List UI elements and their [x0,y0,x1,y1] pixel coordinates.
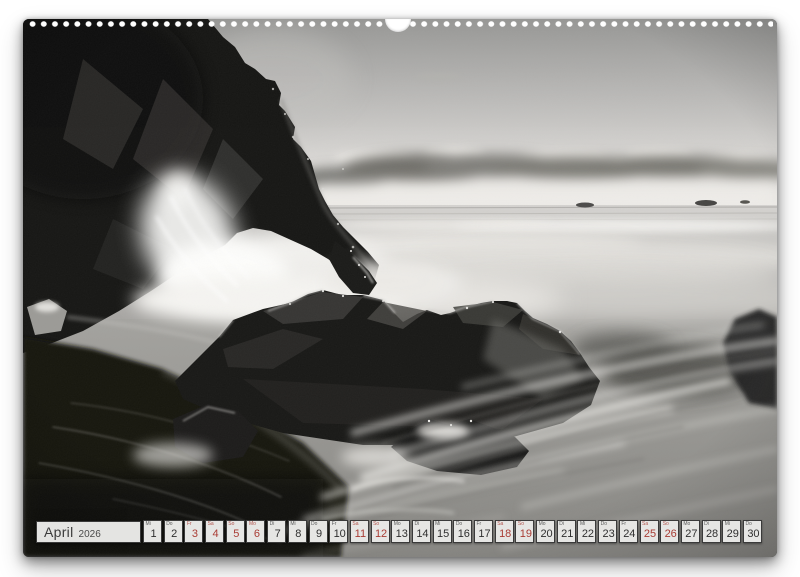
day-number: 9 [310,528,327,541]
day-cell-7: Di7 [267,520,286,543]
day-cell-2: Do2 [164,520,183,543]
day-cell-5: So5 [226,520,245,543]
day-number: 5 [227,528,244,541]
day-cell-24: Fr24 [619,520,638,543]
weekday-label: Mo [683,522,690,527]
weekday-label: So [228,522,234,527]
vignette [23,19,777,557]
day-number: 21 [558,528,575,541]
day-number: 12 [372,528,389,541]
year-number: 2026 [79,529,101,540]
day-number: 19 [516,528,533,541]
day-number: 27 [682,528,699,541]
day-number: 26 [661,528,678,541]
product-backdrop: { "calendar": { "month": "April", "year"… [0,0,800,577]
day-cell-3: Fr3 [184,520,203,543]
weekday-label: Sa [352,522,358,527]
day-number: 20 [537,528,554,541]
day-number: 8 [289,528,306,541]
weekday-label: Di [704,522,709,527]
weekday-label: Mi [725,522,730,527]
weekday-label: Do [745,522,751,527]
day-cell-30: Do30 [743,520,762,543]
day-number: 17 [475,528,492,541]
day-number: 15 [434,528,451,541]
weekday-label: Mi [146,522,151,527]
day-cell-9: Do9 [309,520,328,543]
day-cell-14: Di14 [412,520,431,543]
day-cell-6: Mo6 [246,520,265,543]
weekday-label: Di [559,522,564,527]
day-cell-26: So26 [660,520,679,543]
weekday-label: Fr [621,522,626,527]
day-number: 7 [268,528,285,541]
day-number: 14 [413,528,430,541]
weekday-label: So [373,522,379,527]
weekday-label: Mi [435,522,440,527]
day-cell-1: Mi1 [143,520,162,543]
day-number: 24 [620,528,637,541]
day-number: 2 [165,528,182,541]
day-number: 30 [744,528,761,541]
calendar-date-strip: April 2026 Mi1Do2Fr3Sa4So5Mo6Di7Mi8Do9Fr… [23,520,777,546]
day-number: 3 [185,528,202,541]
day-number: 11 [351,528,368,541]
day-cell-23: Do23 [598,520,617,543]
month-label-box: April 2026 [36,521,141,543]
weekday-label: Sa [208,522,214,527]
day-number: 25 [641,528,658,541]
weekday-label: So [663,522,669,527]
weekday-label: Mo [539,522,546,527]
weekday-label: Fr [477,522,482,527]
weekday-label: Sa [642,522,648,527]
weekday-label: Mo [249,522,256,527]
day-number: 18 [496,528,513,541]
day-cell-25: Sa25 [640,520,659,543]
seascape-photo [23,19,777,557]
weekday-label: Do [311,522,317,527]
day-cell-21: Di21 [557,520,576,543]
day-number: 29 [723,528,740,541]
day-number: 22 [578,528,595,541]
day-number: 13 [392,528,409,541]
weekday-label: Do [601,522,607,527]
day-cell-17: Fr17 [474,520,493,543]
day-cell-13: Mo13 [391,520,410,543]
day-cell-15: Mi15 [433,520,452,543]
day-cell-29: Mi29 [722,520,741,543]
weekday-label: Mi [290,522,295,527]
day-cell-22: Mi22 [577,520,596,543]
day-number: 28 [703,528,720,541]
day-number: 6 [247,528,264,541]
day-cells-row: Mi1Do2Fr3Sa4So5Mo6Di7Mi8Do9Fr10Sa11So12M… [143,520,764,543]
month-name: April [44,524,74,541]
weekday-label: Fr [187,522,192,527]
weekday-label: Sa [497,522,503,527]
day-cell-10: Fr10 [329,520,348,543]
day-cell-20: Mo20 [536,520,555,543]
weekday-label: Do [166,522,172,527]
day-number: 23 [599,528,616,541]
weekday-label: Mo [394,522,401,527]
day-cell-27: Mo27 [681,520,700,543]
day-cell-4: Sa4 [205,520,224,543]
day-cell-19: So19 [515,520,534,543]
day-cell-11: Sa11 [350,520,369,543]
weekday-label: Do [456,522,462,527]
weekday-label: Di [270,522,275,527]
day-cell-18: Sa18 [495,520,514,543]
weekday-label: Di [414,522,419,527]
day-number: 10 [330,528,347,541]
weekday-label: Mi [580,522,585,527]
weekday-label: So [518,522,524,527]
day-cell-28: Di28 [702,520,721,543]
day-cell-8: Mi8 [288,520,307,543]
calendar-page: April 2026 Mi1Do2Fr3Sa4So5Mo6Di7Mi8Do9Fr… [23,19,777,557]
day-cell-12: So12 [371,520,390,543]
weekday-label: Fr [332,522,337,527]
day-number: 1 [144,528,161,541]
day-number: 4 [206,528,223,541]
day-cell-16: Do16 [453,520,472,543]
day-number: 16 [454,528,471,541]
